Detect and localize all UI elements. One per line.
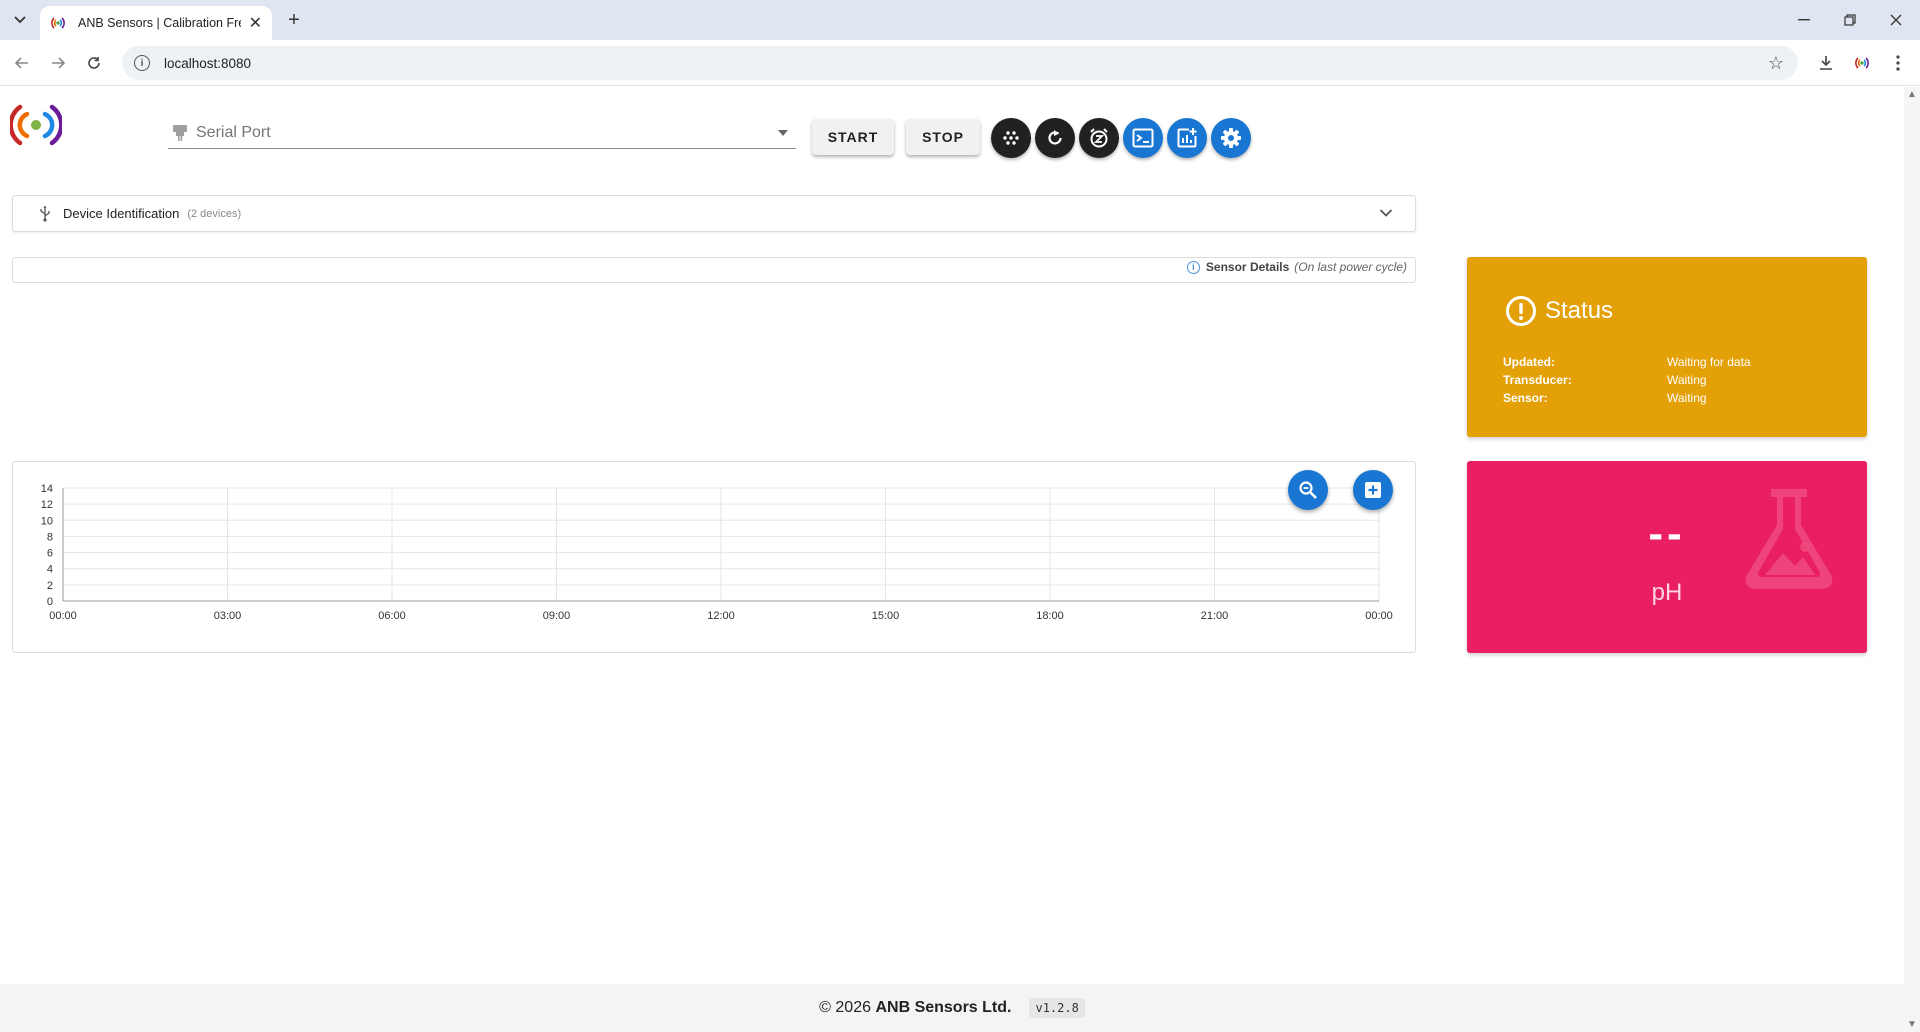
add-chart-button[interactable]	[1167, 118, 1207, 158]
settings-icon	[1221, 128, 1241, 148]
status-key: Sensor:	[1503, 391, 1548, 405]
y-tick-label: 12	[41, 499, 53, 511]
y-tick-label: 14	[41, 483, 53, 495]
terminal-icon	[1132, 128, 1154, 148]
dialpad-icon	[1003, 131, 1019, 145]
usb-icon	[40, 205, 50, 222]
x-tick-label: 18:00	[1036, 610, 1064, 622]
restart-icon	[1048, 130, 1062, 145]
company-name: ANB Sensors Ltd.	[875, 999, 1012, 1016]
status-title: Status	[1545, 297, 1614, 324]
footer-copyright: © 2026 ANB Sensors Ltd.	[819, 999, 1011, 1017]
status-key: Transducer:	[1503, 373, 1572, 387]
close-icon[interactable]: ✕	[249, 13, 262, 33]
stop-button[interactable]: STOP	[906, 119, 980, 155]
y-tick-label: 8	[47, 531, 53, 543]
status-row-sensor: Sensor: Waiting	[1503, 389, 1843, 407]
extension-icon[interactable]	[1850, 51, 1874, 75]
y-tick-label: 4	[47, 564, 53, 576]
back-icon[interactable]	[10, 51, 34, 75]
y-tick-label: 0	[47, 596, 53, 608]
sensor-details-panel: i Sensor Details (On last power cycle)	[12, 257, 1416, 283]
serial-port-icon	[173, 124, 187, 141]
reload-icon[interactable]	[82, 51, 106, 75]
sensor-details-title: Sensor Details	[1205, 260, 1290, 274]
start-button[interactable]: START	[812, 119, 894, 155]
address-bar[interactable]: i localhost:8080 ☆	[122, 46, 1798, 80]
footer: © 2026 ANB Sensors Ltd. v1.2.8	[0, 984, 1904, 1032]
dialpad-button[interactable]	[991, 118, 1031, 158]
add-chart-icon	[1177, 128, 1197, 148]
add-box-icon	[1365, 482, 1381, 498]
page-scrollbar[interactable]: ▲ ▼	[1904, 87, 1920, 1032]
zoom-out-button[interactable]	[1288, 470, 1328, 510]
add-box-button[interactable]	[1353, 470, 1393, 510]
ph-chart-card: 0 2 4 6 8 10 12 14 00:00 03:00 06:00 09:00 12:00 15:0…	[12, 461, 1416, 653]
settings-button[interactable]	[1211, 118, 1251, 158]
tab-title: ANB Sensors | Calibration Free	[78, 16, 241, 30]
download-icon[interactable]	[1814, 51, 1838, 75]
x-tick-label: 00:00	[1365, 610, 1393, 622]
x-tick-label: 12:00	[707, 610, 735, 622]
scroll-up-icon[interactable]: ▲	[1907, 89, 1917, 100]
sensor-details-subtitle: (On last power cycle)	[1294, 260, 1407, 274]
forward-icon[interactable]	[46, 51, 70, 75]
alert-circle-icon	[1506, 296, 1536, 326]
tab-list-icon[interactable]	[8, 8, 32, 32]
snooze-icon	[1090, 128, 1108, 148]
url-text: localhost:8080	[164, 55, 252, 71]
version-badge: v1.2.8	[1029, 998, 1085, 1018]
browser-tab-bar: ANB Sensors | Calibration Free ✕ +	[0, 0, 1920, 40]
x-tick-label: 21:00	[1201, 610, 1229, 622]
y-tick-label: 6	[47, 548, 53, 560]
anb-logo	[10, 104, 62, 146]
status-value: Waiting	[1667, 373, 1707, 387]
status-value: Waiting for data	[1667, 355, 1751, 369]
device-identification-title: Device Identification	[63, 206, 180, 221]
device-identification-panel[interactable]: Device Identification (2 devices)	[12, 195, 1416, 232]
zoom-out-icon	[1299, 481, 1317, 499]
browser-toolbar: i localhost:8080 ☆	[0, 40, 1920, 86]
status-row-transducer: Transducer: Waiting	[1503, 371, 1843, 389]
x-tick-label: 09:00	[543, 610, 571, 622]
terminal-button[interactable]	[1123, 118, 1163, 158]
star-icon[interactable]: ☆	[1768, 53, 1784, 74]
info-icon[interactable]: i	[1186, 260, 1200, 274]
y-tick-label: 10	[41, 515, 53, 527]
minimize-icon[interactable]	[1792, 8, 1816, 32]
info-icon[interactable]: i	[134, 55, 150, 71]
ph-reading-card: -- pH	[1467, 461, 1867, 653]
device-count: (2 devices)	[187, 207, 242, 220]
page-content: Serial Port START STOP Device Identifica…	[0, 87, 1904, 1032]
status-card: Status Updated: Waiting for data Transdu…	[1467, 257, 1867, 437]
restart-button[interactable]	[1035, 118, 1075, 158]
status-value: Waiting	[1667, 391, 1707, 405]
x-tick-label: 06:00	[378, 610, 406, 622]
scroll-down-icon[interactable]: ▼	[1907, 1019, 1917, 1030]
x-tick-label: 03:00	[214, 610, 242, 622]
y-tick-label: 2	[47, 580, 53, 592]
serial-port-select[interactable]: Serial Port	[168, 117, 796, 149]
ph-chart: 0 2 4 6 8 10 12 14 00:00 03:00 06:00 09:00 12:00 15:0…	[41, 483, 1393, 622]
anb-logo-icon	[51, 17, 65, 29]
status-row-updated: Updated: Waiting for data	[1503, 353, 1843, 371]
caret-down-icon	[778, 129, 788, 136]
status-key: Updated:	[1503, 355, 1555, 369]
copyright-year: © 2026	[819, 999, 871, 1016]
chevron-down-icon[interactable]	[1379, 208, 1393, 218]
x-tick-label: 15:00	[872, 610, 900, 622]
serial-port-label: Serial Port	[196, 123, 271, 141]
kebab-menu-icon[interactable]	[1886, 51, 1910, 75]
close-window-icon[interactable]	[1884, 8, 1908, 32]
snooze-button[interactable]	[1079, 118, 1119, 158]
restore-icon[interactable]	[1838, 8, 1862, 32]
plus-icon[interactable]: +	[282, 8, 306, 32]
x-tick-label: 00:00	[49, 610, 77, 622]
ph-unit: pH	[1651, 579, 1683, 606]
ph-value: --	[1648, 509, 1686, 558]
browser-tab[interactable]: ANB Sensors | Calibration Free ✕	[40, 6, 272, 40]
